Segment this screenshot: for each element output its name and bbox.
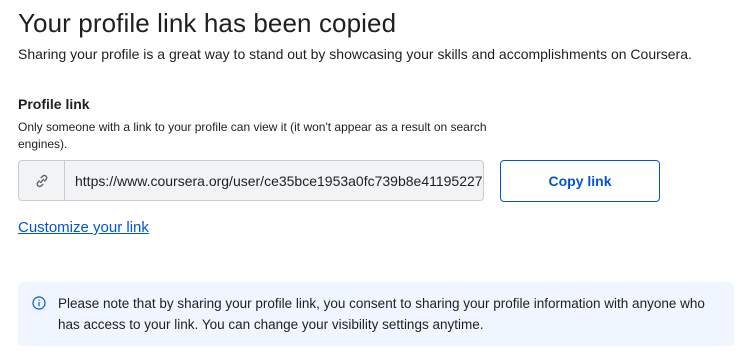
copy-link-button[interactable]: Copy link <box>500 160 660 202</box>
consent-notice: Please note that by sharing your profile… <box>18 282 734 346</box>
info-icon <box>32 296 46 310</box>
notice-text: Please note that by sharing your profile… <box>58 296 705 332</box>
page-title: Your profile link has been copied <box>18 8 397 38</box>
page-subtitle: Sharing your profile is a great way to s… <box>18 46 692 62</box>
profile-link-help-text: Only someone with a link to your profile… <box>18 120 487 151</box>
link-icon <box>19 161 65 200</box>
profile-link-url-input[interactable]: https://www.coursera.org/user/ce35bce195… <box>65 161 483 200</box>
profile-link-label: Profile link <box>18 96 90 112</box>
profile-link-field: https://www.coursera.org/user/ce35bce195… <box>18 160 484 201</box>
share-profile-dialog: Your profile link has been copied Sharin… <box>0 0 754 353</box>
customize-link[interactable]: Customize your link <box>18 219 149 236</box>
